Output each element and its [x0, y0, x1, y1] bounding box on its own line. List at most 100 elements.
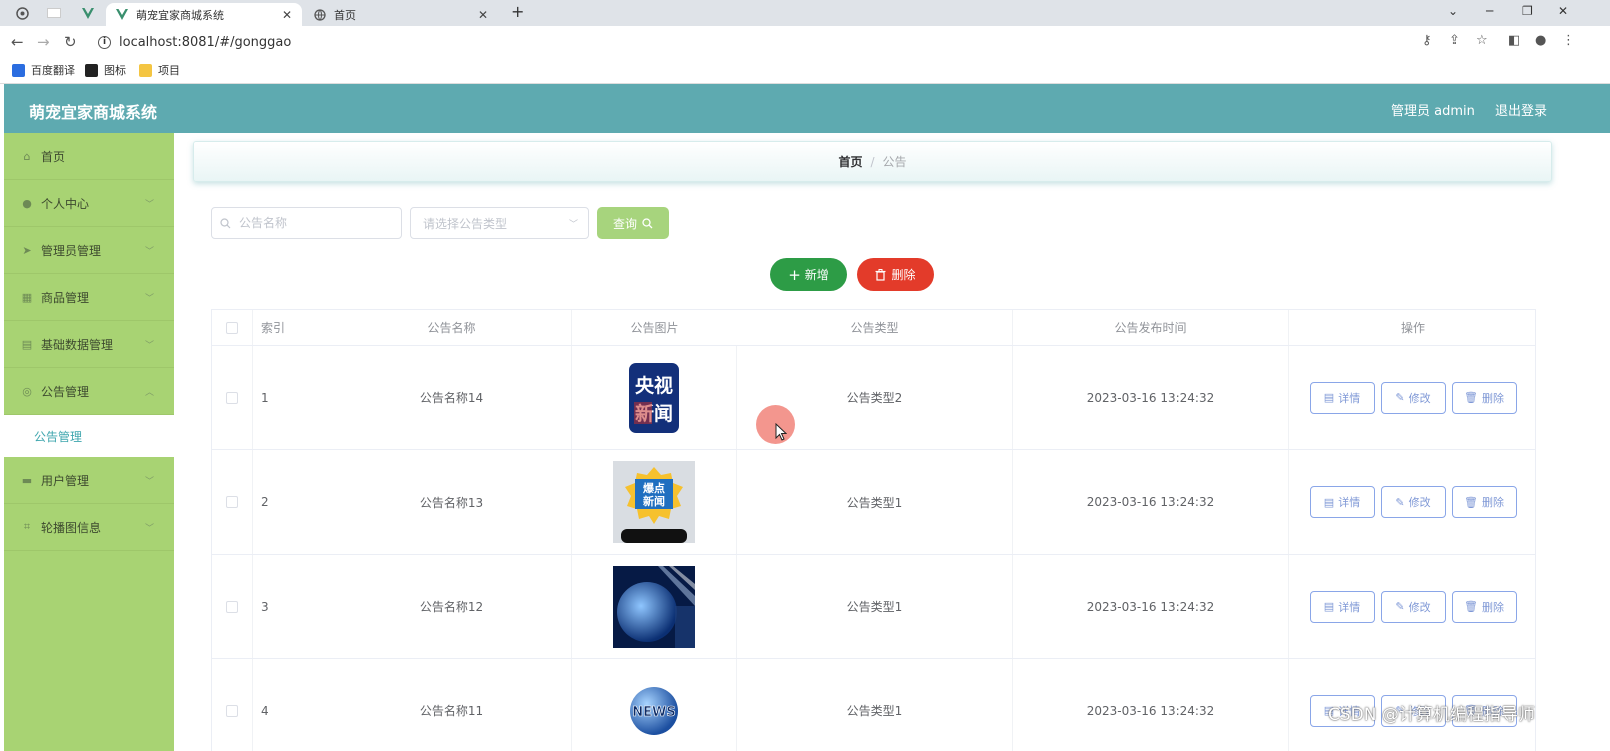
delete-button[interactable]: 🗑︎ 删除 — [1451, 486, 1517, 518]
delete-button[interactable]: 🗑︎ 删除 — [1451, 381, 1517, 414]
translate-icon — [12, 63, 25, 77]
key-icon[interactable]: ⚷ — [1422, 33, 1432, 48]
sidebar-item-home[interactable]: ⌂ 首页 — [4, 133, 174, 180]
close-window-icon[interactable]: ✕ — [1558, 4, 1568, 18]
globe-icon — [314, 8, 326, 21]
minimize-icon[interactable]: ─ — [1486, 4, 1493, 18]
edit-button[interactable]: ✎ 修改 — [1380, 590, 1446, 623]
sidebar-item-notices[interactable]: ◎ 公告管理 ︿ — [4, 368, 174, 415]
tab-history-icon[interactable] — [12, 3, 32, 23]
chevron-down-icon: ﹀ — [144, 247, 154, 257]
cell-index: 2 — [261, 495, 269, 509]
trash-icon: 🗑︎ — [1464, 391, 1478, 404]
table-row: 1 公告名称14 央视 新闻 公告类型2 2023-03-16 13:24:32… — [212, 346, 1535, 450]
trash-icon: 🗑︎ — [1464, 495, 1478, 509]
header-image: 公告图片 — [630, 321, 679, 335]
url-field[interactable]: i localhost:8081/#/gonggao — [98, 31, 291, 53]
row-checkbox[interactable] — [226, 391, 238, 404]
profile-icon[interactable]: ● — [1535, 33, 1546, 48]
notice-type-select[interactable]: 请选择公告类型 ﹀ — [410, 207, 589, 239]
tab-app[interactable]: 萌宠宜家商城系统 ✕ — [106, 3, 302, 26]
notice-name-search[interactable] — [211, 207, 402, 239]
delete-label: 删除 — [1481, 496, 1504, 509]
search-input[interactable] — [237, 215, 387, 231]
breadcrumb-home[interactable]: 首页 — [838, 153, 862, 170]
bookmark-item[interactable]: 图标 — [85, 62, 126, 78]
cell-image: 央视 新闻 — [572, 346, 737, 449]
header-name: 公告名称 — [332, 310, 572, 345]
sidebar-item-label: 轮播图信息 — [41, 520, 102, 535]
header-ops: 操作 — [1400, 321, 1425, 335]
batch-delete-button[interactable]: 删除 — [857, 258, 934, 291]
sidebar-item-admins[interactable]: ➤ 管理员管理 ﹀ — [4, 227, 174, 274]
chevron-down-icon: ﹀ — [144, 524, 154, 534]
svg-text:NEWS: NEWS — [632, 705, 675, 720]
chevron-down-icon: ﹀ — [144, 341, 154, 351]
cell-name: 公告名称11 — [332, 659, 572, 751]
sidepanel-icon[interactable]: ◧ — [1508, 33, 1520, 48]
menu-dots-icon[interactable]: ⋮ — [1562, 33, 1575, 48]
new-tab-icon[interactable]: + — [511, 2, 524, 21]
restore-icon[interactable]: ❐ — [1522, 4, 1533, 18]
site-info-icon[interactable]: i — [98, 35, 111, 49]
tab-home[interactable]: 首页 ✕ — [304, 3, 498, 26]
edit-label: 修改 — [1408, 600, 1431, 614]
row-checkbox[interactable] — [226, 496, 238, 508]
bookmark-item[interactable]: 百度翻译 — [12, 62, 75, 78]
share-icon[interactable]: ⇪ — [1449, 33, 1460, 48]
globe-broadcast-image — [613, 565, 695, 648]
tab-title: 首页 — [334, 8, 356, 22]
detail-label: 详情 — [1338, 600, 1361, 614]
compass-icon: ◎ — [22, 384, 32, 398]
cell-ops: ▤ 详情 ✎ 修改 🗑︎ 删除 — [1289, 555, 1535, 658]
star-icon[interactable]: ☆ — [1476, 33, 1488, 48]
chevron-down-icon[interactable]: ⌄ — [1448, 4, 1458, 18]
edit-label: 修改 — [1408, 496, 1431, 509]
cell-type: 公告类型1 — [737, 450, 1013, 554]
search-icon — [220, 217, 231, 228]
hot-news-logo: 爆点 新闻 — [613, 461, 695, 543]
table-row: 3 公告名称12 公告类型1 2023-03-16 13:24:32 ▤ 详情 … — [212, 555, 1535, 659]
add-button[interactable]: + 新增 — [770, 258, 847, 291]
row-checkbox[interactable] — [226, 704, 238, 717]
sidebar-item-profile[interactable]: ● 个人中心 ﹀ — [4, 180, 174, 227]
query-button[interactable]: 查询 — [597, 207, 669, 239]
reload-icon[interactable]: ↻ — [64, 33, 77, 51]
forward-icon[interactable]: → — [37, 33, 50, 51]
trash-icon — [875, 268, 886, 281]
url-text: localhost:8081/#/gonggao — [119, 34, 292, 50]
sidebar-item-users[interactable]: ▬ 用户管理 ﹀ — [4, 457, 174, 504]
close-tab-icon[interactable]: ✕ — [478, 8, 488, 22]
cell-name: 公告名称14 — [332, 346, 572, 449]
breadcrumb-separator: / — [870, 154, 875, 169]
folder-icon — [139, 63, 152, 77]
bookmark-label: 百度翻译 — [31, 64, 75, 77]
cell-name: 公告名称13 — [332, 450, 572, 554]
detail-button[interactable]: ▤ 详情 — [1309, 486, 1375, 518]
sidebar-item-label: 用户管理 — [41, 473, 90, 488]
sidebar-item-products[interactable]: ▦ 商品管理 ﹀ — [4, 274, 174, 321]
select-all-checkbox[interactable] — [226, 321, 238, 334]
edit-button[interactable]: ✎ 修改 — [1380, 486, 1446, 518]
add-label: 新增 — [804, 268, 829, 282]
delete-button[interactable]: 🗑︎ 删除 — [1451, 590, 1517, 623]
sidebar-item-label: 基础数据管理 — [41, 337, 114, 352]
detail-button[interactable]: ▤ 详情 — [1309, 381, 1375, 414]
back-icon[interactable]: ← — [11, 33, 24, 51]
detail-button[interactable]: ▤ 详情 — [1309, 590, 1375, 623]
close-tab-icon[interactable]: ✕ — [282, 8, 292, 22]
bookmark-item[interactable]: 项目 — [139, 62, 180, 78]
row-checkbox[interactable] — [226, 600, 238, 613]
vue-tab-icon[interactable] — [78, 3, 98, 23]
header-time: 公告发布时间 — [1013, 310, 1289, 345]
tab-title: 萌宠宜家商城系统 — [136, 8, 224, 22]
tab-blank-icon[interactable] — [44, 3, 64, 23]
edit-button[interactable]: ✎ 修改 — [1380, 381, 1446, 414]
sidebar-item-carousel[interactable]: ⌗ 轮播图信息 ﹀ — [4, 504, 174, 551]
submenu-item-notice-management[interactable]: 公告管理 — [4, 415, 174, 457]
logout-link[interactable]: 退出登录 — [1495, 100, 1547, 119]
plus-icon: + — [788, 265, 801, 284]
cell-time: 2023-03-16 13:24:32 — [1013, 659, 1289, 751]
svg-text:爆点: 爆点 — [643, 481, 665, 495]
sidebar-item-basic-data[interactable]: ▤ 基础数据管理 ﹀ — [4, 321, 174, 368]
